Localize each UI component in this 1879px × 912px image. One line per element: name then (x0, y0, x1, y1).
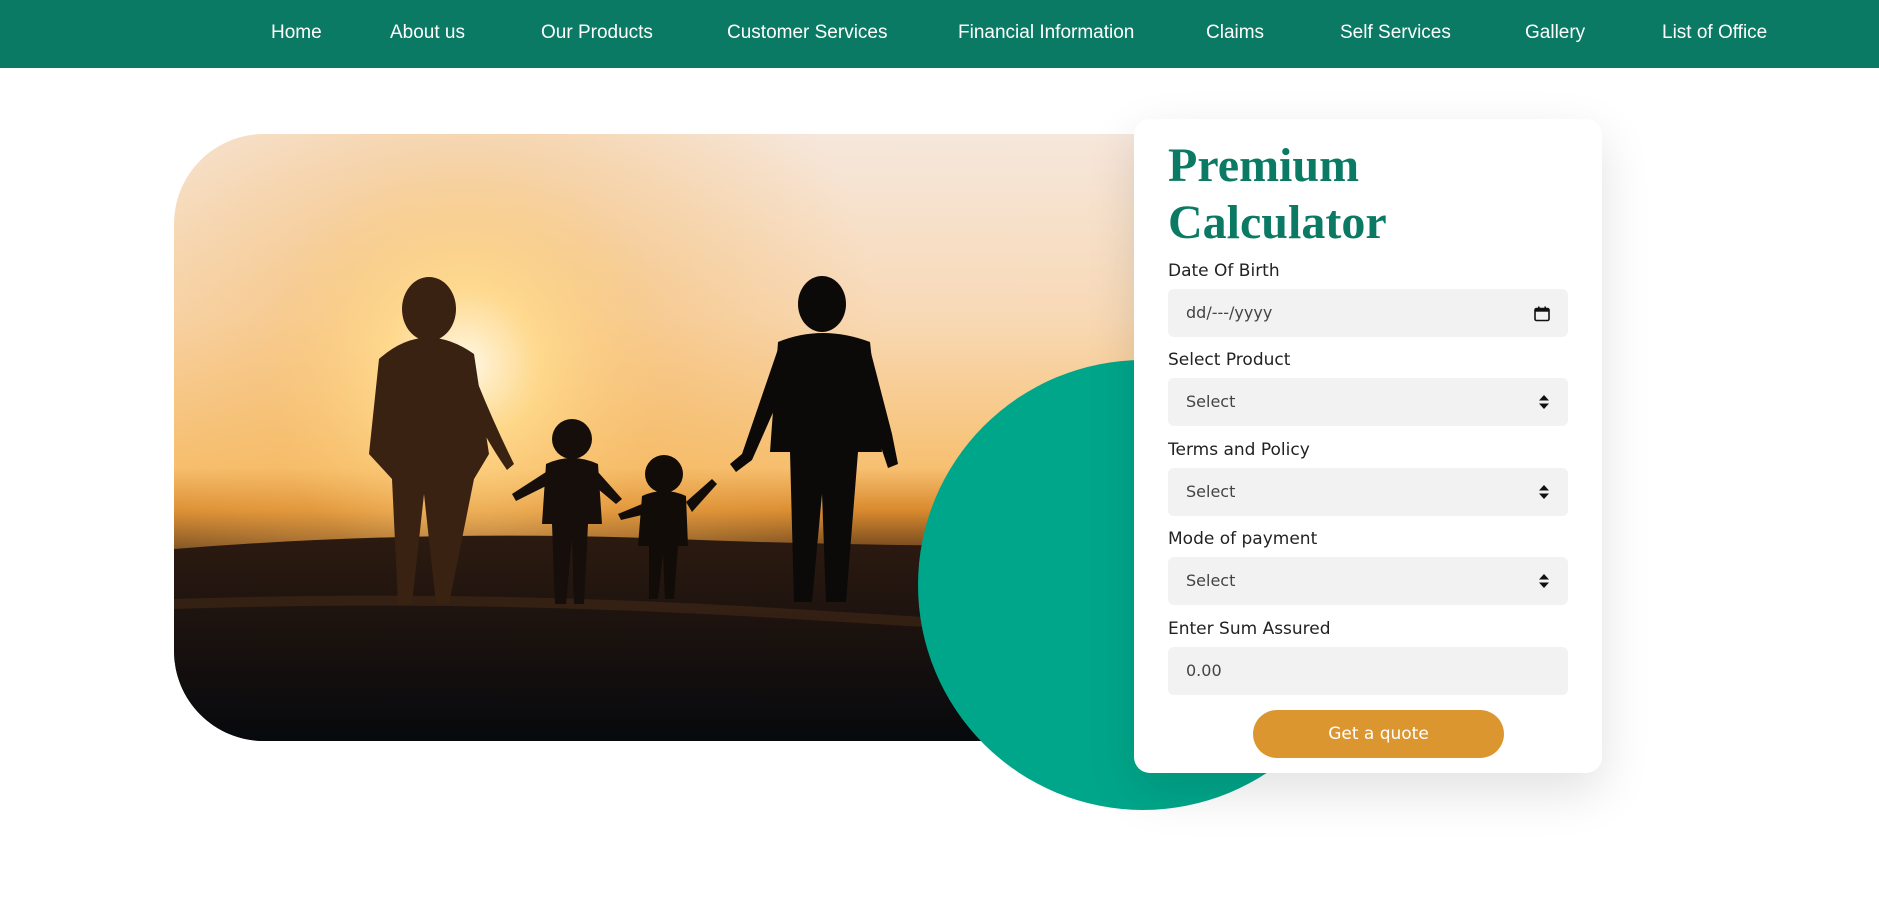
product-select[interactable]: Select (1168, 378, 1568, 426)
nav-our-products[interactable]: Our Products (541, 22, 653, 44)
premium-calculator-card: Premium Calculator Date Of Birth dd/---/… (1134, 119, 1602, 773)
nav-list-of-office[interactable]: List of Office (1662, 22, 1767, 44)
terms-selected-value: Select (1186, 482, 1236, 501)
calculator-title: Premium Calculator (1168, 139, 1387, 249)
sort-arrows-icon (1539, 574, 1549, 588)
payment-mode-label: Mode of payment (1168, 529, 1318, 549)
sort-arrows-icon (1539, 485, 1549, 499)
nav-about-us[interactable]: About us (390, 22, 465, 44)
sort-arrows-icon (1539, 395, 1549, 409)
nav-financial-information[interactable]: Financial Information (958, 22, 1134, 44)
get-a-quote-button[interactable]: Get a quote (1253, 710, 1504, 758)
terms-label: Terms and Policy (1168, 440, 1310, 460)
dob-input[interactable]: dd/---/yyyy (1168, 289, 1568, 337)
nav-customer-services[interactable]: Customer Services (727, 22, 888, 44)
product-selected-value: Select (1186, 392, 1236, 411)
nav-claims[interactable]: Claims (1206, 22, 1264, 44)
sum-assured-placeholder: 0.00 (1186, 661, 1222, 680)
payment-mode-select[interactable]: Select (1168, 557, 1568, 605)
product-label: Select Product (1168, 350, 1291, 370)
dob-placeholder: dd/---/yyyy (1186, 303, 1273, 322)
terms-select[interactable]: Select (1168, 468, 1568, 516)
nav-gallery[interactable]: Gallery (1525, 22, 1585, 44)
nav-self-services[interactable]: Self Services (1340, 22, 1451, 44)
calendar-icon[interactable] (1534, 289, 1550, 337)
nav-home[interactable]: Home (271, 22, 322, 44)
payment-selected-value: Select (1186, 571, 1236, 590)
sum-assured-input[interactable]: 0.00 (1168, 647, 1568, 695)
sum-assured-label: Enter Sum Assured (1168, 619, 1331, 639)
dob-label: Date Of Birth (1168, 261, 1280, 281)
top-navigation-bar: Home About us Our Products Customer Serv… (0, 0, 1879, 68)
